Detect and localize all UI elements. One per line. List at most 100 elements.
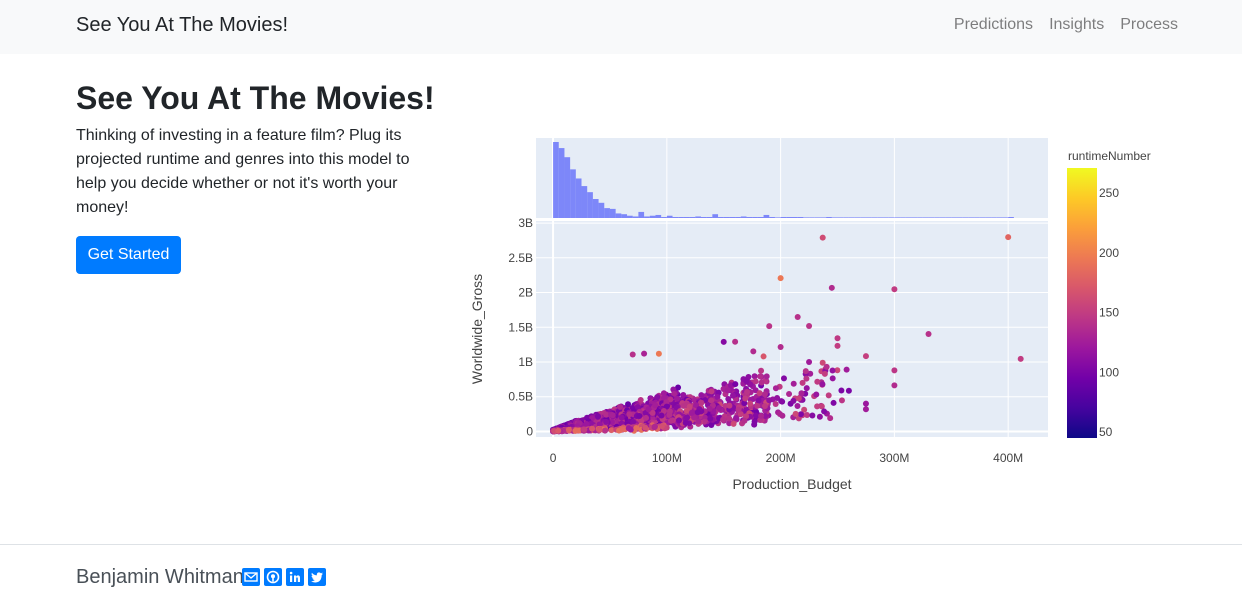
histogram-bar: [843, 217, 849, 218]
histogram-bar: [592, 199, 599, 218]
histogram-bar: [1008, 217, 1014, 218]
histogram-bar: [934, 217, 940, 218]
scatter-point: [603, 418, 610, 425]
email-icon[interactable]: [242, 568, 260, 586]
scatter-point: [797, 411, 804, 418]
histogram-bar: [609, 208, 616, 218]
scatter-point: [814, 403, 821, 410]
scatter-point: [838, 387, 845, 394]
histogram-bar: [627, 215, 633, 218]
scatter-point: [688, 409, 695, 416]
histogram-bar: [979, 217, 986, 218]
x-axis-ticks: 0 100M 200M 300M 400M: [550, 451, 1023, 465]
scatter-point: [594, 413, 601, 420]
x-tick-label: 300M: [879, 451, 909, 465]
scatter-point: [766, 397, 773, 404]
histogram-bar: [962, 217, 969, 218]
scatter-point: [772, 401, 779, 408]
histogram-bar: [695, 216, 701, 218]
scatter-point: [633, 424, 640, 431]
histogram-bar: [900, 217, 906, 218]
y-tick-label: 0: [526, 424, 533, 438]
scatter-point: [694, 409, 701, 416]
y-tick-label: 2B: [518, 286, 533, 300]
scatter-point: [555, 427, 562, 434]
scatter-point: [755, 397, 762, 404]
scatter-point: [794, 313, 801, 320]
histogram-bar: [905, 217, 912, 218]
budget-vs-gross-chart: 0 100M 200M 300M 400M 0 0.5B 1B 1.5B 2B 2.5B 3B Pr…: [469, 138, 1151, 492]
scatter-point: [825, 392, 832, 399]
scatter-point: [652, 423, 659, 430]
scatter-point: [741, 417, 748, 424]
scatter-point: [565, 426, 572, 433]
github-icon[interactable]: [264, 568, 282, 586]
histogram-bar: [803, 217, 810, 218]
scatter-point: [652, 402, 659, 409]
scatter-point: [862, 406, 869, 413]
scatter-point: [629, 351, 636, 358]
x-tick-label: 400M: [993, 451, 1023, 465]
navbar-brand[interactable]: See You At The Movies!: [76, 14, 288, 37]
linkedin-icon[interactable]: [286, 568, 304, 586]
scatter-point: [706, 405, 713, 412]
scatter-point: [862, 353, 869, 360]
histogram-bar: [706, 217, 713, 218]
hero-text: Thinking of investing in a feature film?…: [76, 127, 410, 216]
scatter-point: [828, 284, 835, 291]
histogram-bar: [752, 217, 758, 218]
scatter-point: [645, 406, 652, 413]
x-tick-label: 100M: [652, 451, 682, 465]
scatter-point: [667, 417, 674, 424]
histogram-bar: [974, 217, 980, 218]
scatter-point: [776, 410, 783, 417]
scatter-point: [750, 348, 757, 355]
scatter-point: [1005, 234, 1012, 241]
histogram-bar: [917, 217, 923, 218]
scatter-point: [786, 391, 793, 398]
histogram-bar: [621, 214, 628, 218]
scatter-point: [758, 412, 765, 419]
histogram-bar: [792, 217, 798, 218]
histogram-bar: [587, 192, 593, 218]
scatter-point: [751, 373, 758, 380]
histogram-bar: [968, 217, 975, 218]
scatter-point: [814, 378, 821, 385]
scatter-point: [642, 424, 649, 431]
scatter-point: [819, 381, 826, 388]
scatter-point: [666, 411, 673, 418]
scatter-point: [617, 403, 624, 410]
scatter-point: [777, 344, 784, 351]
scatter-point: [618, 414, 625, 421]
histogram-bar: [945, 217, 952, 218]
histogram-bar: [615, 213, 622, 218]
scatter-point: [803, 375, 810, 382]
nav-link-predictions[interactable]: Predictions: [954, 16, 1033, 34]
histogram-bar: [911, 217, 918, 218]
twitter-icon[interactable]: [308, 568, 326, 586]
scatter-point: [744, 388, 751, 395]
scatter-point: [758, 379, 765, 386]
scatter-point: [676, 417, 683, 424]
scatter-point: [732, 381, 739, 388]
scatter-point: [761, 403, 768, 410]
scatter-point: [804, 411, 811, 418]
y-tick-label: 1B: [518, 355, 533, 369]
scatter-point: [806, 322, 813, 329]
colorbar-tick-label: 150: [1099, 306, 1119, 320]
histogram-bar: [581, 186, 588, 218]
histogram-bar: [700, 217, 707, 218]
histogram-bar: [871, 217, 878, 218]
nav-link-process[interactable]: Process: [1120, 16, 1178, 34]
scatter-point: [891, 367, 898, 374]
histogram-bar: [672, 217, 679, 218]
x-tick-label: 0: [550, 451, 557, 465]
scatter-point: [581, 426, 588, 433]
scatter-point: [834, 335, 841, 342]
scatter-point: [643, 414, 650, 421]
scatter-point: [747, 400, 754, 407]
get-started-button[interactable]: Get Started: [76, 236, 181, 274]
scatter-point: [766, 323, 773, 330]
scatter-point: [838, 397, 845, 404]
nav-link-insights[interactable]: Insights: [1049, 16, 1104, 34]
